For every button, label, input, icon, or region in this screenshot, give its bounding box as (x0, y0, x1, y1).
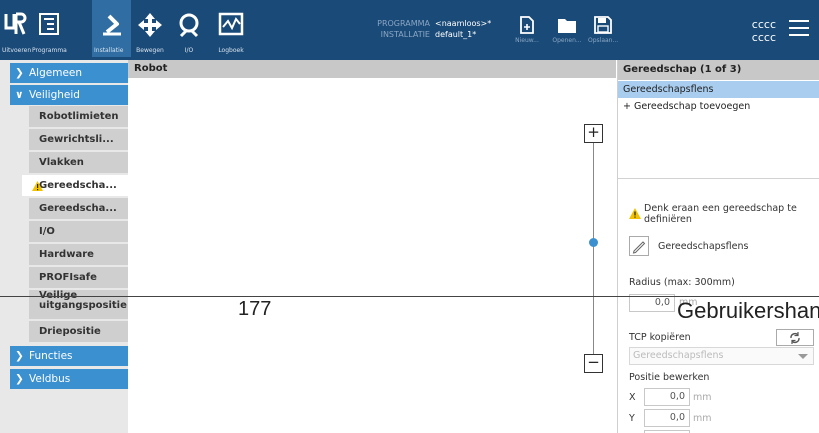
program-key: PROGRAMMA (377, 19, 430, 28)
edit-name-button[interactable] (629, 236, 649, 256)
warning-icon (32, 181, 43, 191)
x-unit: mm (693, 392, 712, 403)
sidebar-item-safe-home[interactable]: Veilige uitgangspositie (29, 290, 135, 320)
sidebar-section-general[interactable]: ❯ Algemeen (10, 63, 128, 83)
page-number: 177 (238, 298, 272, 320)
sync-icon (790, 332, 800, 344)
io-icon (179, 13, 199, 38)
zoom-slider-track[interactable] (593, 143, 594, 354)
ur-logo-icon (4, 12, 27, 35)
chevron-right-icon: ❯ (15, 350, 24, 362)
sidebar-item-three-position[interactable]: Driepositie (29, 321, 135, 343)
chevron-down-icon (798, 354, 808, 359)
io-tab-button[interactable]: I/O (169, 0, 209, 57)
add-tool-button[interactable]: + Gereedschap toevoegen (618, 98, 819, 115)
robot-panel-title: Robot (128, 60, 616, 78)
new-file-icon (520, 16, 534, 34)
installation-key: INSTALLATIE (380, 30, 430, 39)
sidebar-item-planes[interactable]: Vlakken (29, 152, 135, 174)
top-bar: Uitvoeren Programma Installatie Bewegen … (0, 0, 819, 60)
tool-settings-panel: Gereedschap (1 of 3) Gereedschapsflens +… (617, 60, 819, 433)
tool-name-label: Gereedschapsflens (658, 241, 749, 252)
sidebar-item-hardware[interactable]: Hardware (29, 244, 135, 266)
zoom-in-button[interactable]: + (584, 124, 603, 143)
sidebar-item-robot-limits[interactable]: Robotlimieten (29, 106, 135, 128)
program-tree-icon (39, 13, 59, 35)
move-arrows-icon (138, 13, 162, 37)
installation-value: default_1* (435, 30, 477, 39)
page-header-title: Gebruikershan (677, 298, 819, 323)
sidebar-item-io[interactable]: I/O (29, 221, 135, 243)
y-unit: mm (693, 413, 712, 424)
log-tab-button[interactable]: Logboek (209, 0, 253, 57)
program-value: <naamloos>* (435, 19, 492, 28)
sidebar-section-functions[interactable]: ❯ Functies (10, 346, 128, 366)
warning-icon (629, 208, 641, 219)
zoom-out-button[interactable]: − (584, 354, 603, 373)
tool-warning-text: Denk eraan een gereedschap te definiëren (644, 203, 797, 225)
y-input[interactable]: 0,0 (644, 409, 690, 427)
program-tab-button[interactable]: Programma (30, 0, 68, 57)
run-tab-button[interactable]: Uitvoeren (0, 0, 31, 57)
tcp-copy-button[interactable] (776, 329, 814, 346)
installation-robot-icon (102, 14, 121, 36)
zoom-slider-handle[interactable] (589, 238, 598, 247)
open-file-button[interactable]: Openen... (552, 16, 582, 58)
installation-sidebar: ❯ Algemeen ∨ Veiligheid Robotlimieten Gewr… (0, 60, 135, 433)
sidebar-section-fieldbus[interactable]: ❯ Veldbus (10, 369, 128, 389)
chevron-right-icon: ❯ (15, 373, 24, 385)
folder-icon (558, 19, 576, 33)
sidebar-item-joint-limits[interactable]: Gewrichtsli... (29, 129, 135, 151)
tcp-select[interactable]: Gereedschapsflens (629, 347, 814, 365)
log-chart-icon (218, 12, 244, 36)
divider (618, 178, 819, 179)
pencil-icon (632, 241, 646, 254)
edit-position-label: Positie bewerken (629, 372, 710, 383)
robot-status-text: cccc cccc (751, 18, 776, 44)
x-input[interactable]: 0,0 (644, 388, 690, 406)
move-tab-button[interactable]: Bewegen (131, 0, 169, 57)
chevron-right-icon: ❯ (15, 67, 24, 79)
tcp-copy-label: TCP kopiëren (629, 332, 691, 343)
installation-tab-button[interactable]: Installatie (92, 0, 131, 57)
sidebar-item-profisafe[interactable]: PROFIsafe (29, 267, 135, 289)
page-separator-line (0, 296, 819, 297)
chevron-down-icon: ∨ (15, 89, 24, 101)
tool-panel-title: Gereedschap (1 of 3) (618, 60, 819, 80)
radius-label: Radius (max: 300mm) (629, 277, 735, 288)
sidebar-section-safety[interactable]: ∨ Veiligheid (10, 85, 128, 105)
new-file-button[interactable]: Nieuw... (512, 16, 542, 58)
save-file-button[interactable]: Opslaan... (588, 16, 618, 58)
sidebar-item-tool-direction[interactable]: Gereedscha... (29, 198, 135, 220)
tool-list-item[interactable]: Gereedschapsflens (618, 81, 819, 98)
robot-view-panel[interactable]: Robot (128, 60, 616, 433)
hamburger-menu-icon[interactable] (789, 20, 809, 36)
save-icon (594, 16, 612, 34)
x-label: X (629, 392, 636, 403)
y-label: Y (629, 413, 635, 424)
